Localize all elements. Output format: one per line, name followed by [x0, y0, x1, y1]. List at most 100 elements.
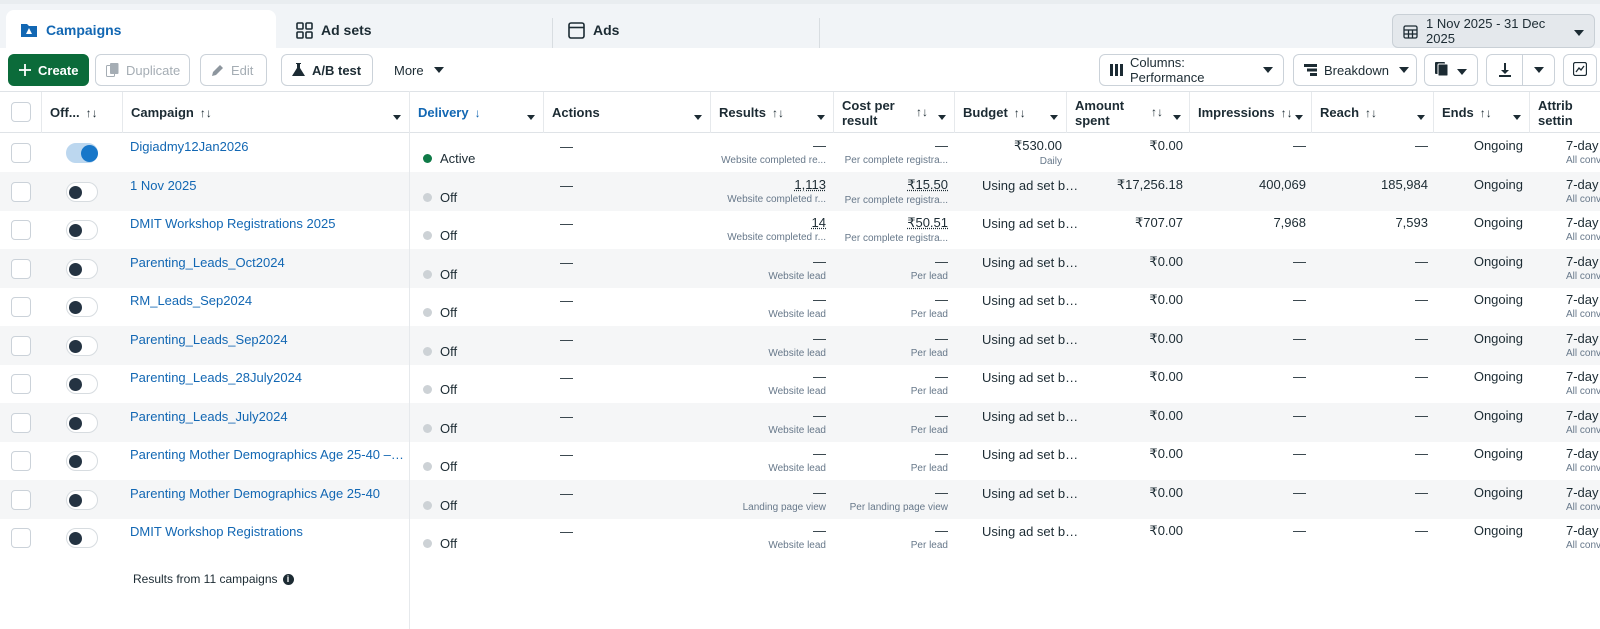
- ab-test-button[interactable]: A/B test: [281, 54, 373, 86]
- campaign-toggle[interactable]: [66, 413, 98, 433]
- row-checkbox[interactable]: [11, 451, 31, 471]
- table-row[interactable]: Parenting Mother Demographics Age 25-40 …: [0, 480, 1600, 519]
- table-row[interactable]: Parenting_Leads_July2024 Off — — Website…: [0, 403, 1600, 442]
- more-button[interactable]: More: [383, 54, 453, 86]
- header-toggle[interactable]: Off... ↑↓: [42, 92, 123, 133]
- tab-ads[interactable]: Ads: [553, 10, 818, 50]
- create-button[interactable]: Create: [8, 54, 89, 86]
- header-budget[interactable]: Budget ↑↓: [955, 92, 1067, 133]
- info-icon[interactable]: i: [282, 573, 294, 585]
- cost-per-result-type: Per lead: [910, 271, 948, 282]
- attribution-sub: All conv: [1566, 386, 1600, 397]
- date-range-picker[interactable]: 1 Nov 2025 - 31 Dec 2025: [1392, 14, 1595, 48]
- table-row[interactable]: DMIT Workshop Registrations 2025 Off — 1…: [0, 210, 1600, 249]
- attribution-value: 7-day c: [1566, 215, 1600, 230]
- select-all-checkbox[interactable]: [11, 102, 31, 122]
- header-ends[interactable]: Ends ↑↓: [1434, 92, 1530, 133]
- status-dot: [423, 270, 432, 279]
- toggle-knob: [69, 494, 82, 507]
- attribution-sub: All conv: [1566, 194, 1600, 205]
- status-dot: [423, 308, 432, 317]
- header-spent-line1: Amount: [1075, 97, 1125, 113]
- campaign-name-link[interactable]: DMIT Workshop Registrations: [130, 524, 405, 563]
- header-results[interactable]: Results ↑↓: [711, 92, 834, 133]
- attribution-value: 7-day c: [1566, 177, 1600, 192]
- campaign-toggle[interactable]: [66, 490, 98, 510]
- delivery-label: Off: [440, 382, 458, 397]
- row-checkbox[interactable]: [11, 143, 31, 163]
- calendar-icon: [1403, 24, 1418, 39]
- tab-label: Campaigns: [46, 22, 122, 38]
- header-attr-label: Attrib settin: [1538, 98, 1573, 128]
- campaign-toggle[interactable]: [66, 220, 98, 240]
- campaign-toggle[interactable]: [66, 143, 98, 163]
- results-value[interactable]: 1,113: [794, 177, 826, 192]
- campaign-toggle[interactable]: [66, 182, 98, 202]
- chart-toggle-button[interactable]: [1563, 54, 1597, 86]
- campaign-toggle[interactable]: [66, 374, 98, 394]
- header-delivery[interactable]: Delivery ↓: [410, 92, 544, 133]
- campaign-toggle[interactable]: [66, 336, 98, 356]
- header-spent-line2: spent: [1075, 112, 1110, 128]
- delivery-label: Off: [440, 267, 458, 282]
- table-row[interactable]: Parenting_Leads_Sep2024 Off — — Website …: [0, 326, 1600, 365]
- toggle-knob: [69, 301, 82, 314]
- attribution-value: 7-day c: [1566, 138, 1600, 153]
- breakdown-button[interactable]: Breakdown: [1293, 54, 1417, 86]
- attribution-sub: All conv: [1566, 155, 1600, 166]
- columns-button[interactable]: Columns: Performance: [1099, 54, 1284, 86]
- row-checkbox[interactable]: [11, 336, 31, 356]
- cost-per-result-value[interactable]: ₹15.50: [907, 177, 948, 192]
- cost-per-result-value: —: [935, 408, 948, 423]
- row-checkbox[interactable]: [11, 182, 31, 202]
- campaign-toggle[interactable]: [66, 528, 98, 548]
- breakdown-label: Breakdown: [1324, 62, 1390, 78]
- row-checkbox[interactable]: [11, 490, 31, 510]
- row-checkbox[interactable]: [11, 528, 31, 548]
- delivery-label: Off: [440, 459, 458, 474]
- row-checkbox[interactable]: [11, 259, 31, 279]
- duplicate-button[interactable]: Duplicate: [95, 54, 190, 86]
- row-checkbox[interactable]: [11, 220, 31, 240]
- delivery-label: Active: [440, 151, 476, 166]
- header-amount-spent[interactable]: Amount spent ↑↓: [1067, 92, 1190, 133]
- row-checkbox[interactable]: [11, 374, 31, 394]
- campaign-toggle[interactable]: [66, 259, 98, 279]
- delivery-label: Off: [440, 498, 458, 513]
- chevron-down-icon[interactable]: [1523, 55, 1554, 85]
- header-campaign[interactable]: Campaign ↑↓: [123, 92, 410, 133]
- chevron-down-icon: [1457, 63, 1467, 78]
- header-attr-line2: settin: [1538, 112, 1573, 128]
- table-row[interactable]: RM_Leads_Sep2024 Off — — Website lead — …: [0, 287, 1600, 326]
- table-row[interactable]: DMIT Workshop Registrations Off — — Webs…: [0, 518, 1600, 557]
- table-row[interactable]: Parenting_Leads_Oct2024 Off — — Website …: [0, 249, 1600, 288]
- campaign-toggle[interactable]: [66, 297, 98, 317]
- attribution-sub: All conv: [1566, 309, 1600, 320]
- budget-value: ₹530.00: [1013, 138, 1062, 153]
- header-attribution[interactable]: Attrib settin: [1530, 92, 1600, 133]
- table-row[interactable]: Digiadmy12Jan2026 Active — — Website com…: [0, 133, 1600, 172]
- status-dot: [423, 154, 432, 163]
- cost-per-result-type: Per landing page view: [849, 502, 948, 513]
- results-value[interactable]: 14: [812, 215, 826, 230]
- download-icon[interactable]: [1487, 55, 1522, 85]
- cost-per-result-value[interactable]: ₹50.51: [907, 215, 948, 230]
- edit-button[interactable]: Edit: [200, 54, 267, 86]
- tab-campaigns[interactable]: Campaigns: [6, 10, 276, 50]
- campaign-toggle[interactable]: [66, 451, 98, 471]
- header-reach[interactable]: Reach ↑↓: [1312, 92, 1434, 133]
- header-actions[interactable]: Actions: [544, 92, 711, 133]
- table-row[interactable]: Parenting Mother Demographics Age 25-40 …: [0, 441, 1600, 480]
- header-impressions[interactable]: Impressions ↑↓: [1190, 92, 1312, 133]
- reports-button[interactable]: [1424, 54, 1478, 86]
- header-cost-per-result[interactable]: Cost per result ↑↓: [834, 92, 955, 133]
- results-value: —: [813, 485, 826, 500]
- table-row[interactable]: Parenting_Leads_28July2024 Off — — Websi…: [0, 364, 1600, 403]
- row-checkbox[interactable]: [11, 413, 31, 433]
- cost-per-result-type: Per complete registra...: [844, 155, 948, 166]
- export-split-button[interactable]: [1486, 54, 1555, 86]
- tab-label: Ads: [593, 22, 620, 38]
- row-checkbox[interactable]: [11, 297, 31, 317]
- tab-ad-sets[interactable]: Ad sets: [281, 10, 551, 50]
- table-row[interactable]: 1 Nov 2025 Off — 1,113 Website completed…: [0, 172, 1600, 211]
